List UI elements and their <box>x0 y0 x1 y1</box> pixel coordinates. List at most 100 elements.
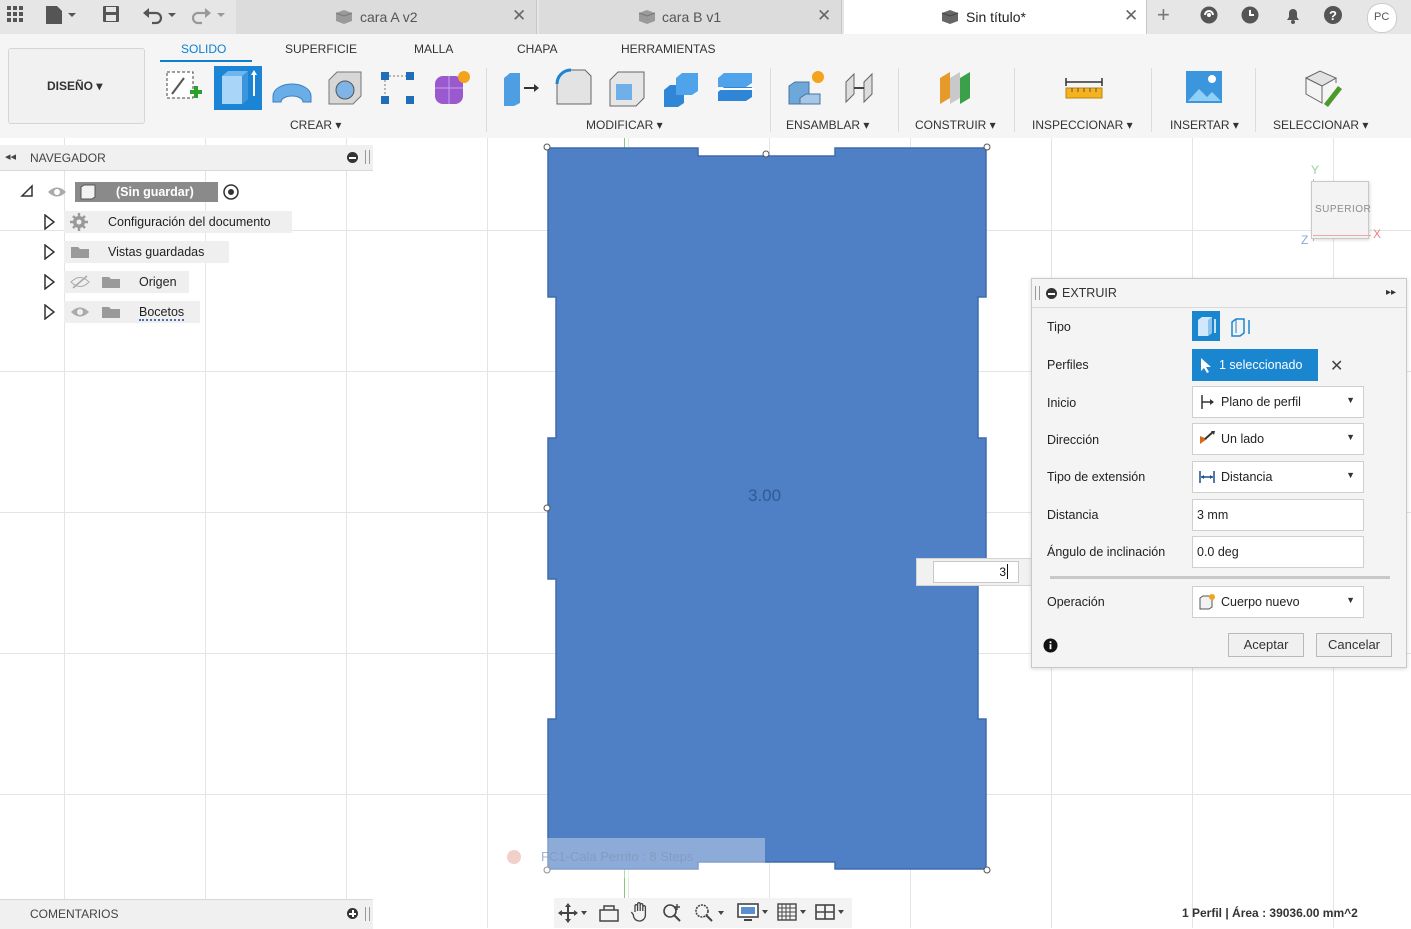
tree-item-configuracion[interactable]: Configuración del documento <box>0 211 300 233</box>
viewports-icon[interactable] <box>814 902 848 925</box>
new-component-icon[interactable] <box>786 68 824 108</box>
extent-type-dropdown[interactable]: Distancia ▼ <box>1192 461 1364 493</box>
tree-item-bocetos[interactable]: Bocetos <box>0 301 210 323</box>
expand-down-icon[interactable] <box>20 184 34 201</box>
help-icon[interactable]: ? <box>1323 5 1343 27</box>
pan-hand-icon[interactable] <box>630 902 650 925</box>
tab-superficie[interactable]: SUPERFICIE <box>285 42 357 56</box>
orbit-icon[interactable] <box>558 903 588 926</box>
tree-root[interactable]: (Sin guardar) <box>0 181 260 203</box>
tab-solido[interactable]: SOLIDO <box>181 42 226 56</box>
zoom-window-icon[interactable] <box>694 902 726 925</box>
taper-angle-field[interactable]: 0.0 deg <box>1192 536 1364 568</box>
close-icon[interactable]: ✕ <box>817 6 831 26</box>
group-crear[interactable]: CREAR ▾ <box>290 118 341 132</box>
collapse-icon[interactable]: ◂◂ <box>5 150 16 163</box>
tree-item-vistas[interactable]: Vistas guardadas <box>0 241 240 263</box>
group-construir[interactable]: CONSTRUIR ▾ <box>915 118 996 132</box>
start-dropdown[interactable]: Plano de perfil ▼ <box>1192 386 1364 418</box>
redo-icon[interactable] <box>190 5 226 27</box>
offset-plane-icon[interactable] <box>936 68 974 108</box>
file-menu-icon[interactable] <box>44 5 78 27</box>
new-tab-icon[interactable]: + <box>1157 4 1170 27</box>
tab-herramientas[interactable]: HERRAMIENTAS <box>621 42 715 56</box>
fillet-icon[interactable] <box>553 68 592 108</box>
drag-handle-icon[interactable] <box>365 150 370 164</box>
display-settings-icon[interactable] <box>736 902 770 925</box>
group-seleccionar[interactable]: SELECCIONAR ▾ <box>1273 118 1368 132</box>
expand-right-icon[interactable] <box>43 273 56 293</box>
type-solid-button[interactable] <box>1192 311 1220 341</box>
distance-input[interactable]: 3 <box>933 561 1019 583</box>
select-icon[interactable] <box>1302 68 1342 108</box>
zoom-icon[interactable] <box>662 902 684 925</box>
form-icon[interactable] <box>432 68 470 108</box>
undo-icon[interactable] <box>142 5 178 27</box>
drag-handle-icon[interactable] <box>365 907 370 921</box>
revolve-icon[interactable] <box>270 68 312 108</box>
notifications-icon[interactable] <box>1283 5 1303 27</box>
save-icon[interactable] <box>102 5 120 27</box>
hole-icon[interactable] <box>325 68 363 108</box>
tab-malla[interactable]: MALLA <box>414 42 453 56</box>
group-modificar[interactable]: MODIFICAR ▾ <box>586 118 663 132</box>
add-comment-icon[interactable] <box>347 908 358 919</box>
press-pull-icon[interactable] <box>500 68 539 108</box>
cancel-button[interactable]: Cancelar <box>1316 633 1392 657</box>
info-icon[interactable] <box>1043 638 1058 656</box>
drag-handle-icon[interactable] <box>1035 286 1040 300</box>
root-label-box[interactable]: (Sin guardar) <box>75 182 218 202</box>
group-inspeccionar[interactable]: INSPECCIONAR ▾ <box>1032 118 1133 132</box>
ok-button[interactable]: Aceptar <box>1228 633 1304 657</box>
expand-icon[interactable]: ▸▸ <box>1386 287 1396 298</box>
type-surface-button[interactable] <box>1228 314 1254 340</box>
selected-tab-underline <box>160 60 252 62</box>
shell-icon[interactable] <box>606 68 645 108</box>
split-body-icon[interactable] <box>714 68 754 108</box>
expand-right-icon[interactable] <box>43 213 56 233</box>
group-insertar[interactable]: INSERTAR ▾ <box>1170 118 1239 132</box>
grid-settings-icon[interactable] <box>776 902 810 925</box>
direction-dropdown[interactable]: Un lado ▼ <box>1192 423 1364 455</box>
minimize-icon[interactable] <box>347 152 358 163</box>
tree-item-origen[interactable]: Origen <box>0 271 200 293</box>
view-cube[interactable]: Y SUPERIOR X Z <box>1297 163 1387 253</box>
extensions-icon[interactable] <box>1199 5 1219 27</box>
expand-right-icon[interactable] <box>43 243 56 263</box>
operation-dropdown[interactable]: Cuerpo nuevo ▼ <box>1192 586 1364 618</box>
tab-sin-titulo[interactable]: Sin título* ✕ <box>844 0 1147 34</box>
workspace-dropdown[interactable]: DISEÑO ▾ <box>8 48 145 124</box>
minimize-icon[interactable] <box>1046 288 1057 299</box>
job-status-icon[interactable] <box>1240 5 1260 27</box>
navigation-bar <box>554 898 852 928</box>
extrude-icon[interactable] <box>214 66 262 110</box>
close-icon[interactable]: ✕ <box>512 6 526 26</box>
eye-hidden-icon[interactable] <box>70 275 90 292</box>
group-ensamblar[interactable]: ENSAMBLAR ▾ <box>786 118 869 132</box>
avatar[interactable]: PC <box>1367 3 1397 33</box>
joint-icon[interactable] <box>840 68 878 108</box>
app-grid-icon[interactable] <box>6 5 24 27</box>
distance-field[interactable]: 3 mm <box>1192 499 1364 531</box>
tab-cara-b[interactable]: cara B v1 ✕ <box>539 0 842 34</box>
combine-icon[interactable] <box>660 68 698 108</box>
expand-right-icon[interactable] <box>43 303 56 323</box>
create-sketch-icon[interactable] <box>164 68 202 108</box>
extrude-header[interactable]: EXTRUIR ▸▸ <box>1032 279 1406 308</box>
eye-icon[interactable] <box>47 185 67 202</box>
profiles-selection-button[interactable]: 1 seleccionado <box>1192 349 1318 381</box>
tab-chapa[interactable]: CHAPA <box>517 42 557 56</box>
look-at-icon[interactable] <box>598 904 620 925</box>
svg-text:?: ? <box>1329 8 1337 23</box>
insert-image-icon[interactable] <box>1184 68 1222 108</box>
sketch-profile[interactable] <box>540 140 995 876</box>
tab-cara-a[interactable]: cara A v2 ✕ <box>236 0 537 34</box>
activate-radio-icon[interactable] <box>223 184 239 203</box>
measure-icon[interactable] <box>1063 68 1103 108</box>
pattern-icon[interactable] <box>378 68 416 108</box>
eye-icon[interactable] <box>70 305 90 322</box>
clear-selection-icon[interactable]: ✕ <box>1330 356 1343 376</box>
view-cube-face[interactable]: SUPERIOR <box>1311 181 1371 239</box>
close-icon[interactable]: ✕ <box>1124 6 1138 26</box>
document-icon <box>78 184 98 203</box>
